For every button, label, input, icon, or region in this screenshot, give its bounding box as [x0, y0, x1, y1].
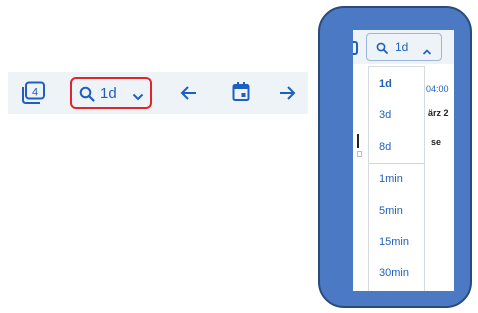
arrow-right-icon[interactable] [278, 85, 296, 101]
zoom-level-dropdown[interactable]: 1d [70, 77, 152, 109]
stack-badge-icon [353, 41, 358, 55]
zoom-level-menu: 1d 3d 8d 1min 5min 15min 30min [368, 66, 425, 291]
search-icon [79, 86, 95, 102]
zoomed-dropdown-view: 1d 04:00 ärz 2 se 1d 3d 8d 1min 5min 15m… [353, 30, 454, 291]
zoom-option-1d[interactable]: 1d [379, 78, 392, 90]
stack-badge-icon[interactable]: 4 [20, 81, 46, 105]
zoomed-toolbar: 1d [353, 30, 454, 64]
zoom-option-30min[interactable]: 30min [379, 267, 409, 279]
background-text-fragment: se [431, 137, 442, 147]
calendar-icon[interactable] [232, 82, 250, 102]
timeline-toolbar: 4 1d [8, 72, 308, 114]
chevron-down-icon [132, 89, 144, 101]
zoom-option-8d[interactable]: 8d [379, 141, 391, 153]
zoom-option-5min[interactable]: 5min [379, 205, 403, 217]
menu-divider [369, 163, 424, 164]
background-marker [357, 151, 362, 157]
zoom-option-1min[interactable]: 1min [379, 173, 403, 185]
zoom-level-label: 1d [395, 40, 409, 54]
zoom-option-15min[interactable]: 15min [379, 236, 409, 248]
zoom-option-3d[interactable]: 3d [379, 109, 391, 121]
background-text-fragment: ärz 2 [428, 108, 449, 118]
background-time-label: 04:00 [426, 84, 449, 94]
chevron-up-icon [422, 43, 432, 55]
search-icon [376, 41, 388, 54]
arrow-left-icon[interactable] [180, 85, 198, 101]
zoom-level-dropdown-open[interactable]: 1d [366, 33, 442, 61]
background-marker [357, 134, 359, 148]
zoom-level-label: 1d [100, 85, 117, 102]
count-badge-text: 4 [32, 87, 38, 99]
